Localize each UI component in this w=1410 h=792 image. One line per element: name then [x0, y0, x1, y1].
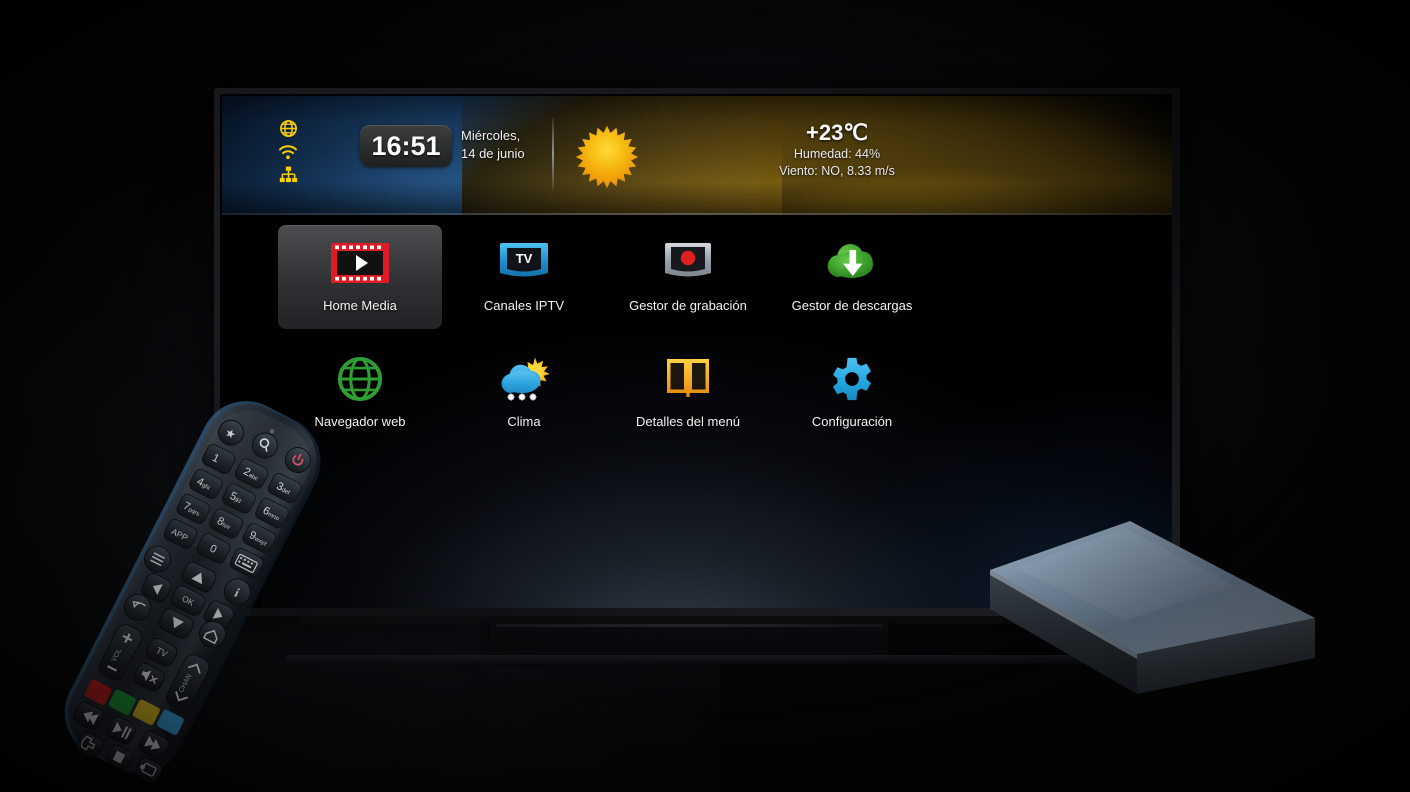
weather-readout: +23℃ Humedad: 44% Viento: NO, 8.33 m/s — [672, 120, 1002, 180]
globe-green-icon — [337, 353, 383, 405]
menu-row-2: Navegador web Clima Detalles del menú Co… — [278, 341, 934, 445]
menu-item-navegador-web[interactable]: Navegador web — [278, 341, 442, 445]
download-cloud-icon — [823, 237, 881, 289]
clock-widget[interactable]: 16:51 — [360, 125, 452, 167]
globe-icon — [279, 119, 298, 138]
menu-item-home-media[interactable]: Home Media — [278, 225, 442, 329]
menu-item-configuracion[interactable]: Configuración — [770, 341, 934, 445]
menu-item-detalles-menu[interactable]: Detalles del menú — [606, 341, 770, 445]
weather-temperature: +23℃ — [805, 120, 869, 145]
tv-icon: TV — [499, 237, 549, 289]
menu-item-label: Home Media — [323, 298, 397, 313]
cloud-sun-snow-icon — [496, 353, 552, 405]
svg-text:TV: TV — [516, 251, 533, 266]
menu-item-gestor-grabacion[interactable]: Gestor de grabación — [606, 225, 770, 329]
film-strip-play-icon — [330, 237, 390, 289]
clock-time: 16:51 — [371, 130, 441, 161]
menu-item-label: Navegador web — [314, 414, 406, 429]
record-monitor-icon — [663, 237, 713, 289]
menu-item-label: Detalles del menú — [635, 414, 741, 429]
sun-icon — [572, 123, 642, 191]
weather-wind: Viento: NO, 8.33 m/s — [779, 164, 895, 178]
scene-root: 16:51 Miércoles, 14 de junio +23℃ Humeda… — [0, 0, 1410, 792]
status-header: 16:51 Miércoles, 14 de junio +23℃ Humeda… — [222, 96, 1172, 215]
menu-row-1: Home Media TV Canales IPTV Gestor de gra… — [278, 225, 934, 329]
remote-control[interactable]: ★ 1 2abc 3def 4ghi 5jkl 6mno 7pqrs 8tuv … — [44, 395, 394, 792]
menu-item-label: Configuración — [811, 414, 893, 429]
menu-item-label: Gestor de grabación — [629, 298, 747, 313]
set-top-box — [985, 508, 1337, 728]
wifi-icon — [278, 144, 298, 160]
date-day-month: 14 de junio — [461, 146, 525, 161]
menu-item-canales-iptv[interactable]: TV Canales IPTV — [442, 225, 606, 329]
menu-item-label: Canales IPTV — [483, 298, 565, 313]
menu-item-label: Gestor de descargas — [791, 298, 913, 313]
header-divider — [552, 118, 554, 190]
weather-humidity: Humedad: 44% — [793, 147, 881, 161]
gear-icon — [829, 353, 875, 405]
menu-item-clima[interactable]: Clima — [442, 341, 606, 445]
ethernet-icon — [279, 166, 298, 183]
connectivity-status-group — [278, 119, 298, 183]
date-weekday: Miércoles, — [461, 128, 521, 143]
menu-item-label: Clima — [507, 414, 541, 429]
tv-stand-neck — [490, 616, 888, 658]
menu-item-gestor-descargas[interactable]: Gestor de descargas — [770, 225, 934, 329]
date-widget: Miércoles, 14 de junio — [461, 127, 525, 163]
open-book-icon — [664, 353, 712, 405]
